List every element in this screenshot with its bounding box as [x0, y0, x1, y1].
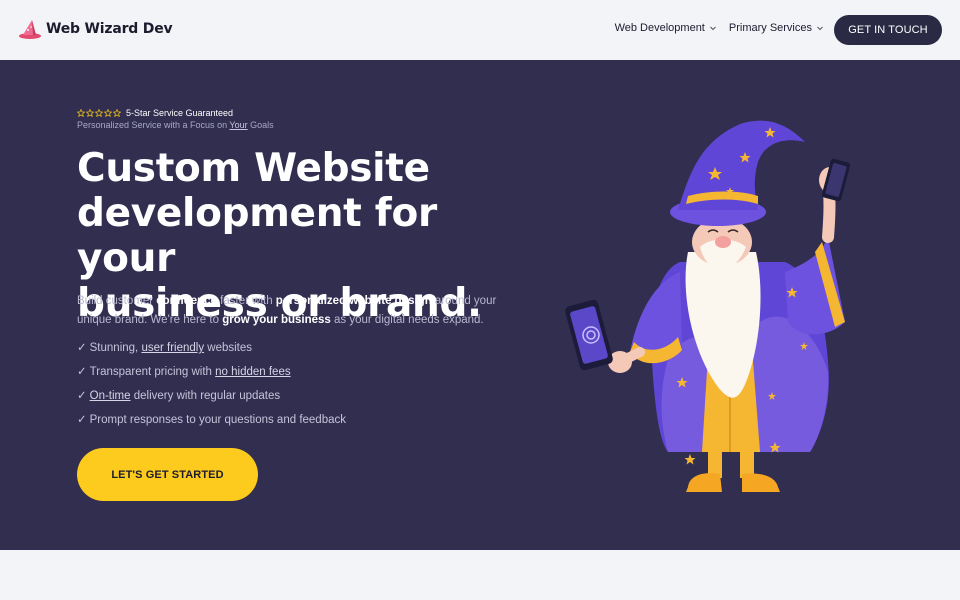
desc-text-2: faster with — [216, 295, 276, 307]
checkmark-icon: ✓ — [77, 390, 87, 402]
checkmark-icon: ✓ — [77, 414, 87, 426]
menu-primary-services-label: Primary Services — [728, 22, 812, 34]
checkmark-icon: ✓ — [77, 342, 87, 354]
chevron-down-icon — [817, 26, 823, 31]
hero-description: Build customer confidence faster with pe… — [77, 292, 517, 330]
desc-text-4: as your digital needs expand. — [330, 314, 484, 326]
hero-section: 5-Star Service Guaranteed Personalized S… — [0, 60, 960, 550]
chevron-down-icon — [710, 26, 716, 31]
rating-row: 5-Star Service Guaranteed — [77, 108, 233, 118]
desc-text-1: Build customer — [77, 295, 157, 307]
desc-bold-2: personalized website design — [275, 295, 432, 307]
get-started-button[interactable]: LET'S GET STARTED — [77, 448, 258, 501]
headline-line-1: Custom Website — [77, 146, 430, 191]
top-nav: Web Wizard Dev Web Development Primary S… — [0, 0, 960, 60]
brand-name: Web Wizard Dev — [46, 21, 173, 37]
subtagline-before: Personalized Service with a Focus on — [77, 120, 230, 130]
list-item-text: delivery with regular updates — [130, 390, 281, 402]
list-item: ✓ On-time delivery with regular updates — [77, 388, 346, 412]
star-icon — [95, 109, 103, 117]
rating-text: 5-Star Service Guaranteed — [126, 108, 234, 118]
star-icon — [113, 109, 121, 117]
desc-bold-3: grow your business — [222, 314, 331, 326]
star-rating — [77, 109, 121, 117]
wizard-hat-logo-icon — [19, 20, 41, 39]
checkmark-icon: ✓ — [77, 366, 87, 378]
subtagline-underlined: Your — [229, 120, 248, 130]
list-item-text: Stunning, — [89, 342, 142, 354]
list-item-link[interactable]: user friendly — [141, 342, 204, 354]
star-icon — [86, 109, 94, 117]
list-item: ✓ Stunning, user friendly websites — [77, 340, 346, 364]
desc-bold-1: confidence — [156, 295, 217, 307]
list-item-text: websites — [204, 342, 253, 354]
headline-line-2: development for your — [77, 191, 437, 281]
list-item-link[interactable]: no hidden fees — [215, 366, 290, 378]
list-item-text: Transparent pricing with — [89, 366, 216, 378]
menu-web-development[interactable]: Web Development — [615, 22, 717, 34]
star-icon — [104, 109, 112, 117]
menu-primary-services[interactable]: Primary Services — [729, 22, 824, 34]
get-in-touch-button[interactable]: GET IN TOUCH — [834, 15, 942, 45]
main-menu: Web Development Primary Services — [615, 22, 824, 34]
brand-logo-link[interactable]: Web Wizard Dev — [18, 18, 173, 40]
subtagline-after: Goals — [247, 120, 274, 130]
list-item-text: Prompt responses to your questions and f… — [89, 414, 346, 426]
feature-checklist: ✓ Stunning, user friendly websites ✓ Trans… — [77, 340, 346, 436]
list-item-link[interactable]: On-time — [90, 390, 131, 402]
wizard-illustration — [565, 120, 851, 492]
subtagline: Personalized Service with a Focus on You… — [77, 120, 274, 130]
star-icon — [77, 109, 85, 117]
list-item: ✓ Prompt responses to your questions and … — [77, 412, 346, 436]
list-item: ✓ Transparent pricing with no hidden fees — [77, 364, 346, 388]
menu-web-development-label: Web Development — [614, 22, 705, 34]
